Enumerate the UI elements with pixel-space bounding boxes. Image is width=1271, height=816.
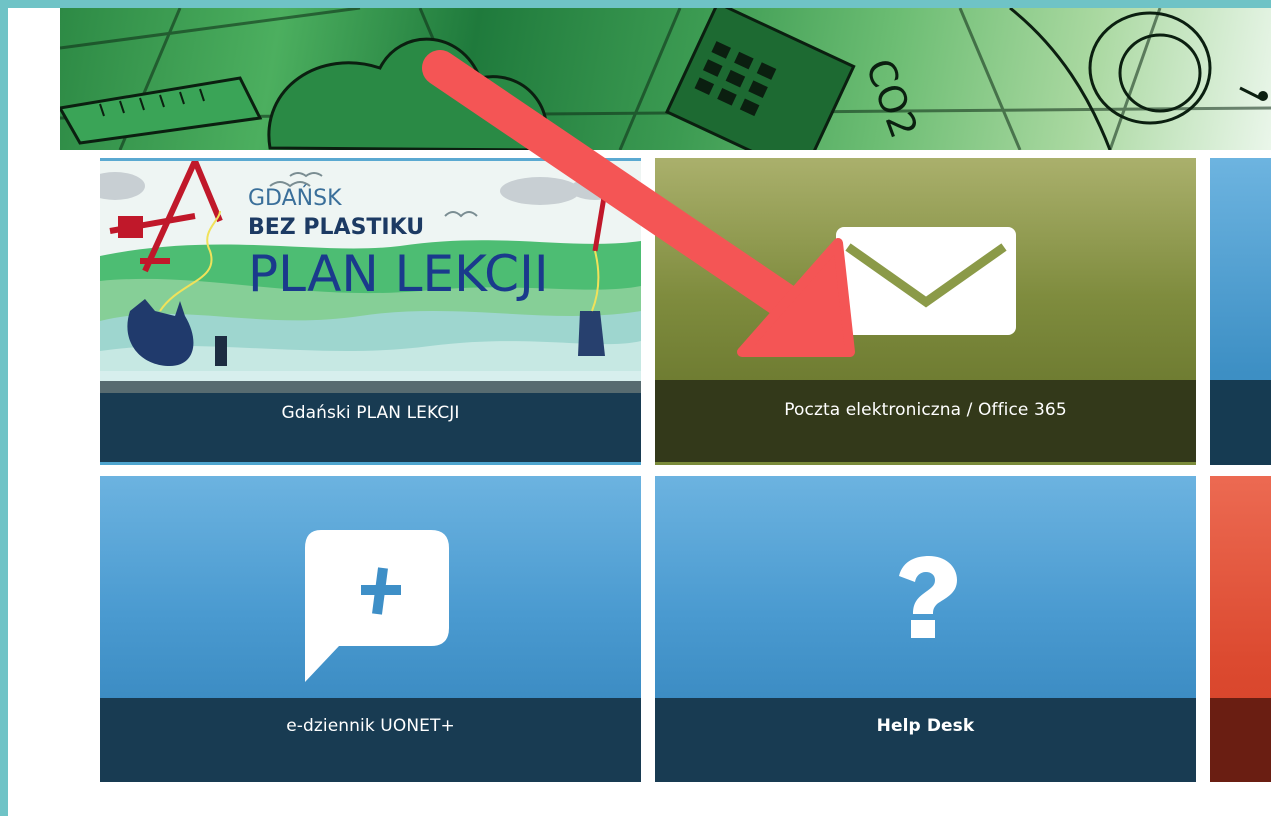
tile-partial-blue-caption bbox=[1210, 380, 1271, 465]
educational-doodle-banner-icon: CO2 bbox=[60, 8, 1271, 150]
tile-help-desk[interactable]: Help Desk bbox=[655, 476, 1196, 782]
tile-e-dziennik-uonet[interactable]: e-dziennik UONET+ bbox=[100, 476, 641, 782]
chat-plus-icon bbox=[305, 530, 449, 682]
plan-lekcji-image: GDAŃSK BEZ PLASTIKU PLAN LEKCJI bbox=[100, 161, 641, 393]
plan-lekcji-slogan-text: BEZ PLASTIKU bbox=[248, 215, 424, 240]
tile-poczta-underline bbox=[655, 462, 1196, 465]
svg-text:CO2: CO2 bbox=[857, 53, 926, 144]
tile-help-desk-label: Help Desk bbox=[655, 698, 1196, 782]
envelope-icon bbox=[836, 227, 1016, 335]
tile-partial-blue[interactable] bbox=[1210, 158, 1271, 465]
tile-poczta-office365-label: Poczta elektroniczna / Office 365 bbox=[655, 380, 1196, 465]
tile-partial-red-caption bbox=[1210, 698, 1271, 782]
tile-plan-lekcji-label: Gdański PLAN LEKCJI bbox=[100, 393, 641, 465]
plan-lekcji-city-text: GDAŃSK bbox=[248, 185, 342, 211]
tile-partial-red[interactable] bbox=[1210, 476, 1271, 782]
header-banner: CO2 bbox=[60, 8, 1271, 150]
plan-lekcji-title-text: PLAN LEKCJI bbox=[248, 245, 549, 303]
tile-plan-lekcji-underline bbox=[100, 462, 641, 465]
question-mark-icon bbox=[899, 556, 957, 638]
tile-e-dziennik-uonet-label: e-dziennik UONET+ bbox=[100, 698, 641, 782]
tile-poczta-office365[interactable]: Poczta elektroniczna / Office 365 bbox=[655, 158, 1196, 465]
tile-plan-lekcji[interactable]: GDAŃSK BEZ PLASTIKU PLAN LEKCJI Gdański … bbox=[100, 158, 641, 465]
page-frame-top bbox=[0, 0, 1271, 8]
page-frame-left bbox=[0, 0, 8, 816]
